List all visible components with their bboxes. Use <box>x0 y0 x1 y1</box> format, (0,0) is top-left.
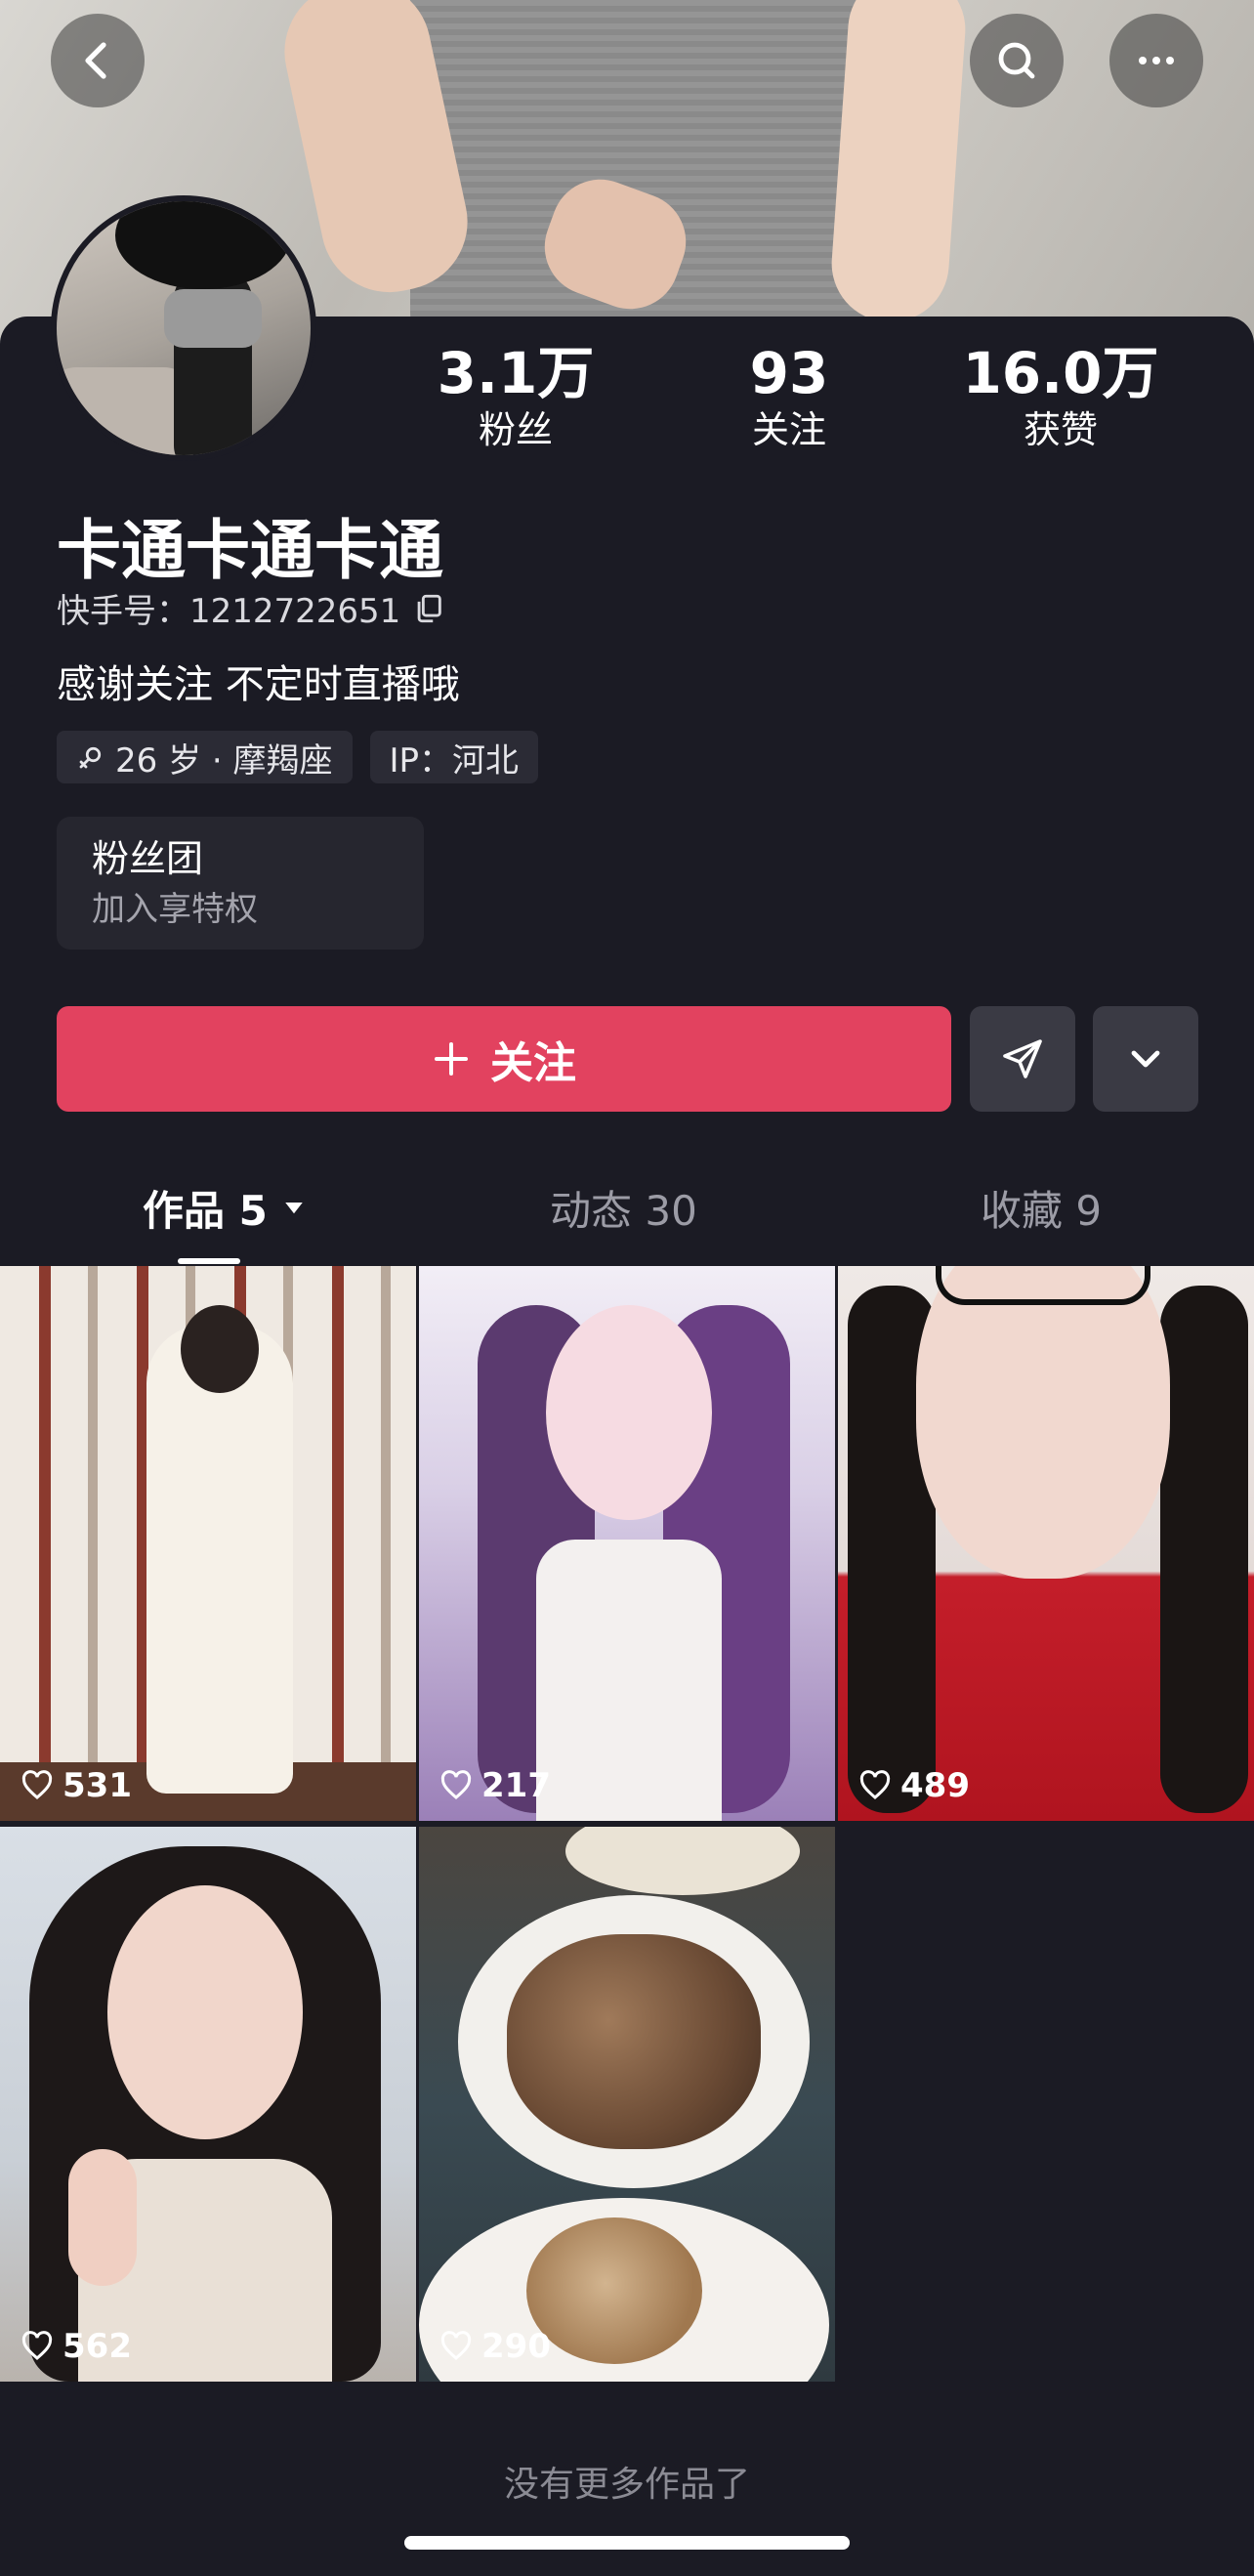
work-thumbnail[interactable]: 290 <box>419 1827 835 2382</box>
heart-icon <box>21 1770 53 1799</box>
stat-label: 关注 <box>751 408 826 451</box>
fan-club-title: 粉丝团 <box>92 837 204 880</box>
no-more-works-text: 没有更多作品了 <box>503 2465 750 2505</box>
like-count: 531 <box>20 1766 132 1805</box>
stat-value: 16.0万 <box>962 340 1159 406</box>
profile-tags: 26 岁 · 摩羯座 IP：河北 <box>57 731 539 783</box>
like-count: 290 <box>439 2327 551 2366</box>
copy-icon[interactable] <box>412 592 445 625</box>
expand-button[interactable] <box>1093 1006 1198 1112</box>
like-count: 489 <box>857 1766 970 1805</box>
like-count-value: 217 <box>481 1766 551 1805</box>
profile-stats: 3.1万 粉丝 93 关注 16.0万 获赞 <box>0 340 1254 477</box>
heart-icon <box>440 2331 472 2360</box>
fan-club-card[interactable]: 粉丝团 加入享特权 <box>57 817 424 950</box>
like-count-value: 290 <box>481 2327 551 2366</box>
work-thumbnail[interactable]: 562 <box>0 1827 416 2382</box>
like-count-value: 531 <box>63 1766 132 1805</box>
search-button[interactable] <box>970 14 1064 107</box>
search-icon <box>998 42 1035 79</box>
tag-text: IP：河北 <box>389 740 520 781</box>
heart-icon <box>21 2331 53 2360</box>
like-count: 217 <box>439 1766 551 1805</box>
content-tabs: 作品 5 动态 30 收藏 9 <box>0 1168 1254 1266</box>
tab-moments[interactable]: 动态 30 <box>550 1168 697 1246</box>
home-indicator[interactable] <box>404 2536 850 2550</box>
tag-age-zodiac: 26 岁 · 摩羯座 <box>57 731 353 783</box>
profile-name: 卡通卡通卡通 <box>57 513 443 588</box>
profile-bio: 感谢关注 不定时直播哦 <box>57 662 460 707</box>
tag-ip: IP：河北 <box>369 731 539 783</box>
stat-following[interactable]: 93 关注 <box>682 340 897 453</box>
more-button[interactable] <box>1109 14 1203 107</box>
like-count-value: 562 <box>63 2327 132 2366</box>
work-thumbnail[interactable]: 217 <box>419 1266 835 1821</box>
like-count: 562 <box>20 2327 132 2366</box>
stat-likes[interactable]: 16.0万 获赞 <box>953 340 1168 453</box>
stat-value: 93 <box>749 340 829 406</box>
tab-label: 作品 5 <box>143 1186 268 1235</box>
tab-label: 收藏 9 <box>981 1186 1103 1235</box>
send-icon <box>1003 1039 1042 1078</box>
like-count-value: 489 <box>900 1766 970 1805</box>
tab-favorites[interactable]: 收藏 9 <box>981 1168 1102 1246</box>
profile-page: 3.1万 粉丝 93 关注 16.0万 获赞 卡通卡通卡通 快手号：121272… <box>0 0 1254 2576</box>
chevron-down-icon <box>1131 1050 1160 1068</box>
kuaishou-id-row[interactable]: 快手号：1212722651 <box>57 584 445 632</box>
heart-icon <box>440 1770 472 1799</box>
caret-down-icon <box>285 1203 303 1214</box>
back-button[interactable] <box>51 14 145 107</box>
work-thumbnail[interactable]: 489 <box>838 1266 1254 1821</box>
stat-label: 粉丝 <box>478 408 553 451</box>
follow-label: 关注 <box>490 1038 576 1088</box>
stat-value: 3.1万 <box>437 340 595 406</box>
tab-active-indicator <box>178 1258 240 1264</box>
follow-button[interactable]: 关注 <box>57 1006 951 1112</box>
tag-text: 26 岁 · 摩羯座 <box>115 740 333 781</box>
work-thumbnail[interactable]: 531 <box>0 1266 416 1821</box>
stat-label: 获赞 <box>1023 408 1098 451</box>
stat-fans[interactable]: 3.1万 粉丝 <box>408 340 623 453</box>
plus-icon <box>435 1042 468 1076</box>
kuaishou-id: 快手号：1212722651 <box>57 592 401 631</box>
tab-works[interactable]: 作品 5 <box>143 1168 309 1246</box>
share-button[interactable] <box>970 1006 1075 1112</box>
chevron-left-icon <box>85 42 106 79</box>
gender-female-icon <box>79 746 102 769</box>
fan-club-subtitle: 加入享特权 <box>92 890 258 929</box>
tab-label: 动态 30 <box>550 1186 697 1235</box>
more-horizontal-icon <box>1139 57 1174 64</box>
heart-icon <box>859 1770 891 1799</box>
